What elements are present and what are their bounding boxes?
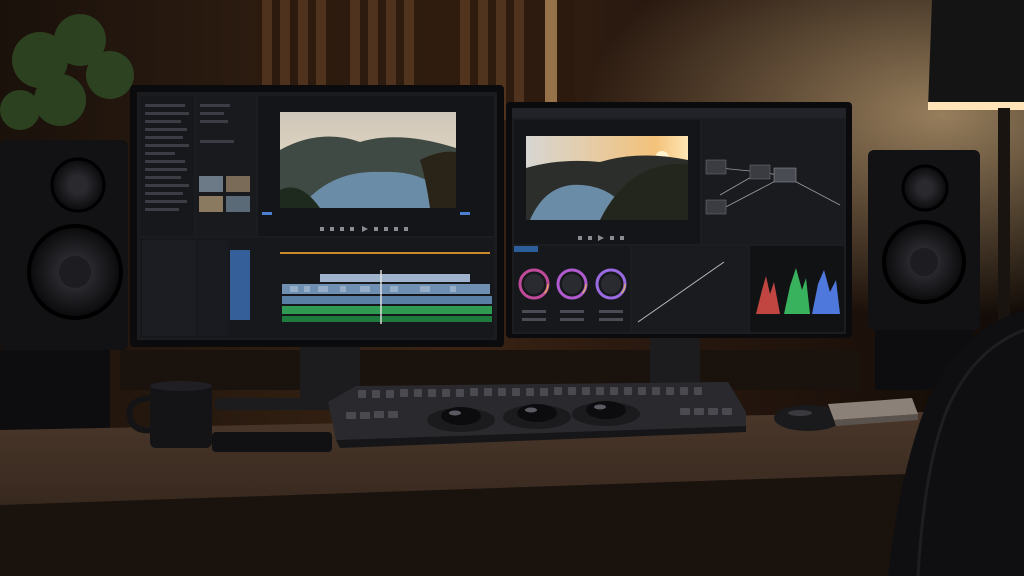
clip-thumbnail	[199, 176, 223, 192]
effects-panel	[196, 96, 256, 236]
phone	[212, 432, 332, 452]
grade-node	[773, 167, 797, 183]
desk-shelf	[120, 350, 860, 390]
left-monitor	[130, 85, 504, 347]
clip-thumbnail	[199, 196, 223, 212]
grade-node	[749, 164, 771, 180]
left-speaker	[0, 140, 128, 440]
color-wheels-panel	[514, 246, 630, 332]
grade-node	[705, 199, 727, 215]
editing-desk-scene	[0, 0, 1024, 576]
right-monitor	[506, 102, 852, 338]
grade-node	[705, 159, 727, 175]
program-viewer	[258, 96, 494, 236]
curves-panel	[632, 246, 748, 332]
project-panel	[140, 96, 194, 236]
clip-thumbnail	[226, 176, 250, 192]
node-graph	[702, 120, 844, 244]
scopes-panel	[750, 246, 844, 332]
timeline-panel	[140, 238, 494, 338]
clip-thumbnail	[226, 196, 250, 212]
grade-viewer	[514, 120, 700, 244]
